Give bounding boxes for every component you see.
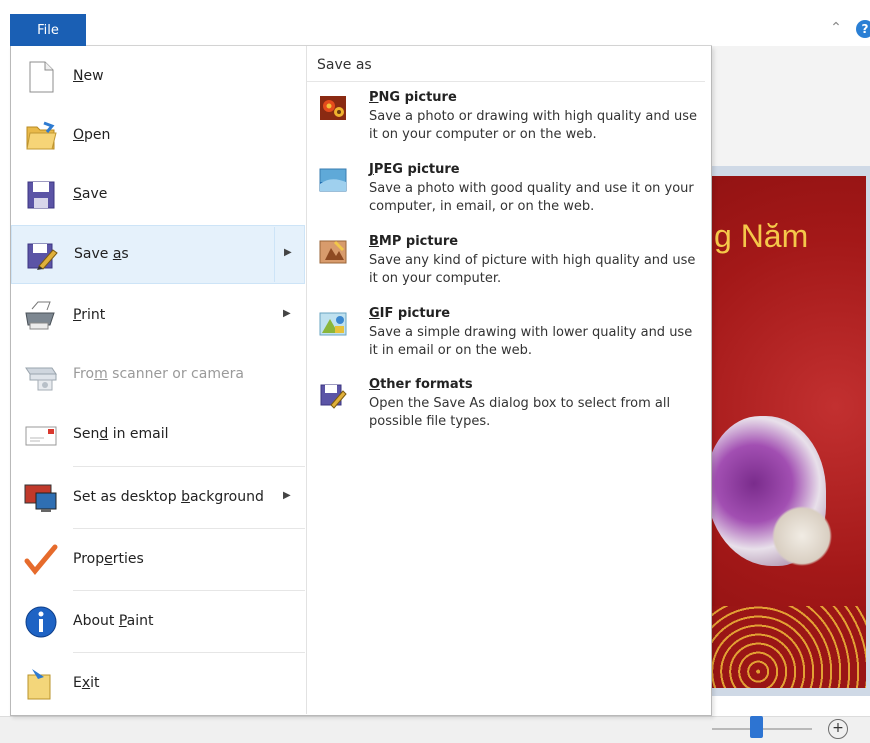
printer-icon <box>25 301 55 329</box>
menu-item-label: Exit <box>73 675 100 691</box>
open-folder-icon <box>26 121 57 149</box>
ribbon-tab-bar <box>0 0 870 46</box>
file-menu: New Open Save Save as ▶ Print ▶ From sca… <box>10 46 712 716</box>
desktop-background-icon <box>24 484 57 512</box>
save-option-bmp[interactable]: BMP picture Save any kind of picture wit… <box>307 232 705 302</box>
exit-icon <box>27 669 51 700</box>
save-option-other-formats[interactable]: Other formats Open the Save As dialog bo… <box>307 375 705 445</box>
info-icon <box>25 606 57 638</box>
menu-item-print[interactable]: Print ▶ <box>11 287 305 344</box>
save-option-description: Save a simple drawing with lower quality… <box>369 325 693 358</box>
save-as-icon <box>27 243 58 270</box>
menu-item-label: New <box>73 67 104 84</box>
save-as-submenu: Save as PNG picture Save a photo or draw… <box>307 46 711 714</box>
menu-separator <box>73 466 305 467</box>
file-menu-commands: New Open Save Save as ▶ Print ▶ From sca… <box>11 46 306 714</box>
menu-separator <box>73 590 305 591</box>
save-option-png[interactable]: PNG picture Save a photo or drawing with… <box>307 88 705 158</box>
save-option-description: Save any kind of picture with high quali… <box>369 253 696 286</box>
save-option-title: PNG picture <box>369 90 457 105</box>
canvas-image[interactable]: g Năm <box>712 176 866 688</box>
save-as-header: Save as <box>317 57 372 73</box>
menu-item-desktop-background[interactable]: Set as desktop background ▶ <box>11 468 305 528</box>
menu-item-label: Set as desktop background <box>73 489 264 505</box>
menu-item-new[interactable]: New <box>11 48 305 105</box>
save-option-title: JPEG picture <box>369 162 460 177</box>
menu-item-label: Save <box>73 185 108 202</box>
scanner-icon <box>25 367 57 390</box>
save-option-description: Save a photo with good quality and use i… <box>369 181 694 214</box>
checkmark-icon <box>24 544 58 575</box>
submenu-arrow-icon: ▶ <box>283 307 291 319</box>
menu-item-label: Save as <box>74 245 129 262</box>
zoom-in-icon[interactable]: + <box>828 719 848 739</box>
submenu-arrow-icon: ▶ <box>283 490 291 501</box>
save-icon <box>27 181 55 208</box>
zoom-slider-thumb[interactable] <box>750 716 763 738</box>
save-option-description: Save a photo or drawing with high qualit… <box>369 109 698 142</box>
help-icon[interactable]: ? <box>856 20 870 38</box>
menu-item-label: Properties <box>73 551 144 567</box>
menu-item-from-scanner: From scanner or camera <box>11 346 305 403</box>
menu-item-save[interactable]: Save <box>11 166 305 223</box>
save-option-title: GIF picture <box>369 306 451 321</box>
menu-separator <box>73 528 305 529</box>
menu-separator <box>73 652 305 653</box>
jpeg-picture-icon <box>319 168 347 192</box>
save-option-title: Other formats <box>369 377 473 392</box>
menu-item-label: From scanner or camera <box>73 365 244 382</box>
png-picture-icon <box>320 96 346 120</box>
menu-item-label: Send in email <box>73 425 169 442</box>
save-option-gif[interactable]: GIF picture Save a simple drawing with l… <box>307 304 705 374</box>
other-formats-icon <box>320 384 347 409</box>
save-option-title: BMP picture <box>369 234 459 249</box>
save-option-description: Open the Save As dialog box to select fr… <box>369 396 671 429</box>
save-option-jpeg[interactable]: JPEG picture Save a photo with good qual… <box>307 160 705 230</box>
menu-item-properties[interactable]: Properties <box>11 530 305 590</box>
file-tab[interactable]: File <box>10 14 86 46</box>
menu-item-about-paint[interactable]: About Paint <box>11 592 305 652</box>
ribbon-area <box>712 46 870 166</box>
submenu-arrow-icon[interactable]: ▶ <box>284 247 292 258</box>
gif-picture-icon <box>319 312 347 336</box>
canvas-image-text: g Năm <box>714 218 809 254</box>
menu-item-save-as[interactable]: Save as ▶ <box>11 225 305 284</box>
bmp-picture-icon <box>319 240 347 264</box>
menu-item-label: About Paint <box>73 613 154 629</box>
lion-dance-mane <box>762 506 842 566</box>
menu-item-exit[interactable]: Exit <box>11 654 305 714</box>
menu-item-send-email[interactable]: Send in email <box>11 406 305 463</box>
gold-swirl-pattern <box>712 606 866 688</box>
split-divider <box>274 227 275 282</box>
header-divider <box>307 81 705 82</box>
menu-item-label: Print <box>73 306 106 323</box>
menu-item-open[interactable]: Open <box>11 107 305 164</box>
email-icon <box>25 426 57 445</box>
chevron-up-icon[interactable]: ⌃ <box>828 20 844 36</box>
new-document-icon <box>29 61 54 92</box>
menu-item-label: Open <box>73 126 111 143</box>
